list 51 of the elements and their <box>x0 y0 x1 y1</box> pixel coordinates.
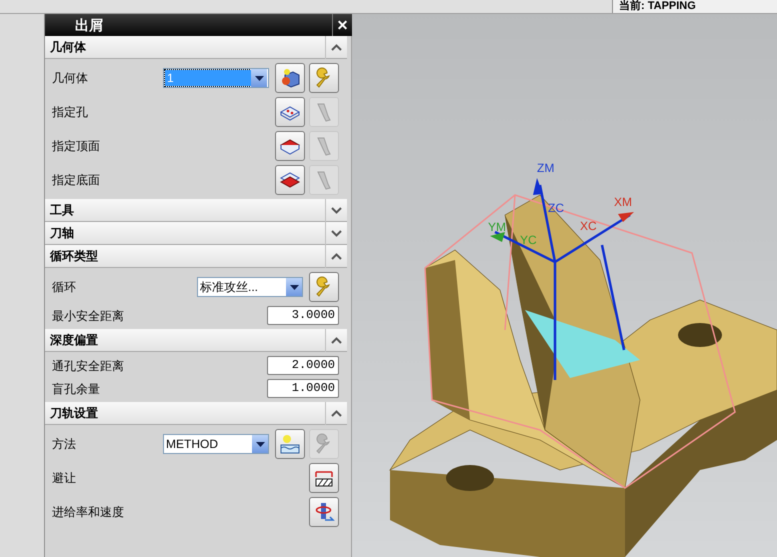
field-label: 方法 <box>52 436 76 453</box>
tool-button[interactable] <box>275 131 305 161</box>
chevron-up-icon <box>331 336 342 344</box>
current-operation-label: 当前: TAPPING <box>612 0 777 13</box>
field-label: 最小安全距离 <box>52 308 124 324</box>
field-label: 指定底面 <box>52 172 100 189</box>
section-title: 循环类型 <box>48 248 99 265</box>
number-field[interactable]: 2.0000 <box>267 356 339 375</box>
dropdown-value: 标准攻丝... <box>199 279 260 296</box>
dropdown[interactable]: 标准攻丝... <box>197 277 303 297</box>
caret-icon <box>286 278 302 296</box>
field-label: 循环 <box>52 279 76 296</box>
axis-label: YM <box>488 220 506 234</box>
dropdown[interactable]: METHOD <box>163 434 269 454</box>
geometry-icon <box>279 67 301 89</box>
axis-label: XC <box>580 219 597 233</box>
tool-button[interactable] <box>275 429 305 459</box>
section-title: 刀轴 <box>48 225 75 242</box>
field-label: 避让 <box>52 470 76 487</box>
field-label: 指定顶面 <box>52 138 100 155</box>
number-field[interactable]: 1.0000 <box>267 379 339 398</box>
dropdown-value: 1 <box>165 70 251 86</box>
section-title: 深度偏置 <box>49 332 99 349</box>
axis-label: XM <box>614 195 632 209</box>
caret-icon <box>251 69 267 87</box>
feed-speed-icon <box>313 501 335 523</box>
dropdown-value: METHOD <box>165 436 219 453</box>
tool-button[interactable] <box>275 165 305 195</box>
number-field[interactable]: 3.0000 <box>267 306 339 325</box>
chevron-up-icon <box>331 410 342 416</box>
chevron-up-icon <box>331 44 342 50</box>
field-label: 几何体 <box>52 70 88 87</box>
tool-button[interactable] <box>275 97 305 127</box>
tool-button[interactable] <box>275 63 305 93</box>
section-title: 刀轨设置 <box>48 405 99 422</box>
axis-label: ZC <box>548 201 564 215</box>
axis-label: ZM <box>537 161 554 175</box>
field-label: 进给率和速度 <box>52 504 124 521</box>
section-title: 几何体 <box>49 39 87 56</box>
method-icon <box>279 433 301 455</box>
field-label: 指定孔 <box>52 104 88 121</box>
axis-label: YC <box>520 233 537 247</box>
tool-button[interactable] <box>309 463 339 493</box>
chevron-down-icon <box>331 230 342 236</box>
field-label: 通孔安全距离 <box>52 358 124 374</box>
dialog-title: 出屑 <box>74 16 104 34</box>
field-label: 盲孔余量 <box>52 380 100 398</box>
section-title: 工具 <box>49 202 75 219</box>
chevron-up-icon <box>331 252 342 260</box>
caret-icon <box>252 435 268 453</box>
chevron-down-icon <box>331 206 342 214</box>
